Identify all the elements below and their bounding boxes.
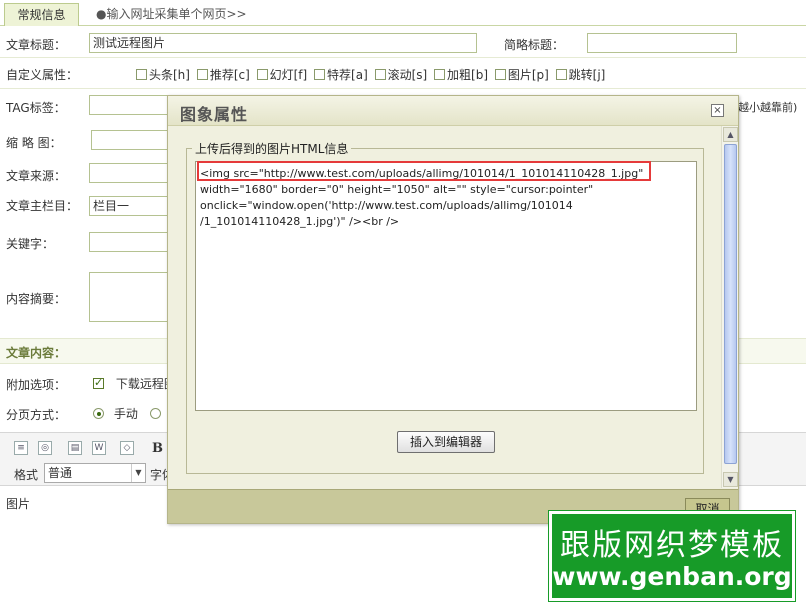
preview-icon[interactable]: ◎ <box>38 441 52 455</box>
image-properties-dialog: 图象属性 × 上传后得到的图片HTML信息 <img src="http://w… <box>167 95 739 524</box>
format-select[interactable]: 普通 ▼ <box>44 463 146 483</box>
attr-checkbox-special[interactable]: 特荐[a] <box>314 68 368 82</box>
pagination-manual-radio[interactable] <box>93 408 104 419</box>
pagination-auto-radio[interactable] <box>149 408 161 419</box>
editor-content[interactable]: 图片 <box>6 495 30 512</box>
tag-hint: 越小越靠前) <box>738 101 798 114</box>
insert-to-editor-button[interactable]: 插入到编辑器 <box>397 431 495 453</box>
title-input[interactable]: 测试远程图片 <box>89 33 477 53</box>
attr-checkbox-image[interactable]: 图片[p] <box>494 68 549 82</box>
attr-checkbox-headline[interactable]: 头条[h] <box>136 68 190 82</box>
paste-icon[interactable]: ▤ <box>68 441 82 455</box>
watermark-logo: 跟版网织梦模板 www.genban.org <box>548 510 796 602</box>
divider <box>0 57 806 58</box>
download-remote-option[interactable]: 下载远程图 <box>93 375 176 392</box>
tab-general-info[interactable]: 常规信息 <box>4 3 79 26</box>
source-input[interactable] <box>89 163 169 183</box>
paste-word-icon[interactable]: W <box>92 441 106 455</box>
attr-checkbox-scroll[interactable]: 滚动[s] <box>374 68 427 82</box>
dialog-title: 图象属性 <box>180 105 249 124</box>
attr-checkbox-recommend[interactable]: 推荐[c] <box>196 68 250 82</box>
category-select[interactable]: 栏目一 <box>89 196 169 216</box>
short-title-input[interactable] <box>587 33 737 53</box>
pagination-manual-option[interactable]: 手动 <box>93 405 161 422</box>
summary-label: 内容摘要： <box>6 292 67 306</box>
tag-input[interactable] <box>89 95 169 115</box>
code-line: onclick="window.open('http://www.test.co… <box>200 199 573 212</box>
watermark-url: www.genban.org <box>552 562 792 591</box>
thumbnail-label: 缩 略 图： <box>6 136 62 150</box>
attr-checkbox-jump[interactable]: 跳转[j] <box>555 68 605 82</box>
keywords-input[interactable] <box>89 232 169 252</box>
attr-checkbox-slide[interactable]: 幻灯[f] <box>256 68 307 82</box>
title-label: 文章标题： <box>6 38 67 52</box>
tab-bar: 常规信息 ●输入网址采集单个网页>> <box>0 0 806 26</box>
source-label: 文章来源： <box>6 169 67 183</box>
html-code-textarea[interactable]: <img src="http://www.test.com/uploads/al… <box>195 161 697 411</box>
pagination-label: 分页方式： <box>6 408 67 422</box>
short-title-label: 简略标题： <box>504 38 565 52</box>
chevron-down-icon: ▼ <box>131 464 145 482</box>
close-icon[interactable]: × <box>711 104 724 117</box>
custom-attr-label: 自定义属性： <box>6 68 79 82</box>
attr-checkbox-bold[interactable]: 加粗[b] <box>434 68 488 82</box>
tab-collect-webpage[interactable]: ●输入网址采集单个网页>> <box>96 3 247 26</box>
category-label: 文章主栏目： <box>6 199 79 213</box>
code-line: /1_101014110428_1.jpg')" /><br /> <box>200 215 400 228</box>
tag-label: TAG标签： <box>6 101 66 115</box>
dialog-title-bar[interactable]: 图象属性 × <box>168 96 738 126</box>
extra-options-label: 附加选项： <box>6 378 67 392</box>
scroll-down-icon[interactable]: ▼ <box>723 472 738 487</box>
source-icon[interactable]: ≡ <box>14 441 28 455</box>
eraser-icon[interactable]: ◇ <box>120 441 134 455</box>
watermark-title: 跟版网织梦模板 <box>560 528 784 563</box>
thumbnail-input[interactable] <box>91 130 169 150</box>
format-label: 格式 <box>14 468 39 482</box>
scroll-thumb[interactable] <box>724 144 737 464</box>
html-info-legend: 上传后得到的图片HTML信息 <box>192 140 352 157</box>
code-line: width="1680" border="0" height="1050" al… <box>200 183 594 196</box>
divider <box>0 88 806 89</box>
content-section-title: 文章内容： <box>6 346 67 360</box>
scroll-up-icon[interactable]: ▲ <box>723 127 738 142</box>
summary-textarea[interactable] <box>89 272 169 322</box>
bold-icon[interactable]: B <box>152 441 163 456</box>
custom-attr-group: 头条[h] 推荐[c] 幻灯[f] 特荐[a] 滚动[s] 加粗[b] 图片[p… <box>136 66 608 83</box>
keywords-label: 关键字： <box>6 237 55 251</box>
download-remote-checkbox[interactable] <box>93 376 104 389</box>
dialog-scrollbar[interactable]: ▲ ▼ <box>721 126 738 488</box>
img-src-highlight <box>197 161 651 181</box>
